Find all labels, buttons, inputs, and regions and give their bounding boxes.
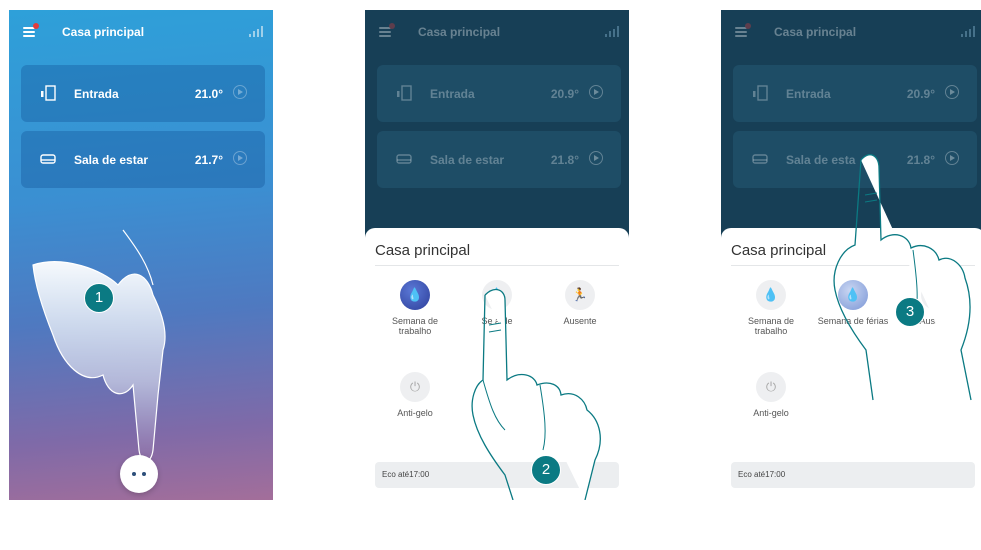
- step-badge: 3: [895, 297, 925, 327]
- play-icon[interactable]: [589, 151, 603, 165]
- signal-icon: [249, 26, 263, 37]
- mode-label: Anti-gelo: [397, 408, 433, 418]
- play-icon[interactable]: [945, 85, 959, 99]
- room-temperature: 21.8°: [550, 153, 579, 167]
- mode-label: Semana de trabalho: [391, 316, 439, 336]
- sheet-title: Casa principal: [731, 242, 827, 259]
- phone-screen-2: Casa principal Entrada 20.9° Sala de est…: [365, 10, 629, 500]
- divider: [375, 265, 619, 266]
- status-bar: Eco até17:00: [731, 462, 975, 488]
- menu-icon[interactable]: [23, 23, 39, 37]
- mode-anti-gelo[interactable]: ⏻ Anti-gelo: [731, 372, 811, 418]
- room-name: Sala de estar: [430, 153, 505, 167]
- app-header: Casa principal: [721, 10, 981, 54]
- step-badge: 1: [84, 283, 114, 313]
- power-icon: ⏻: [400, 372, 430, 402]
- room-card-entrada[interactable]: Entrada 20.9°: [377, 65, 621, 122]
- room-temperature: 21.7°: [194, 153, 223, 167]
- hand-pointer-icon: [32, 229, 166, 462]
- mode-label: Semana de trabalho: [747, 316, 795, 336]
- sheet-title: Casa principal: [375, 242, 471, 259]
- app-header: Casa principal: [365, 10, 629, 54]
- room-name: Entrada: [74, 87, 119, 101]
- room-temperature: 20.9°: [906, 87, 935, 101]
- play-icon[interactable]: [233, 85, 247, 99]
- room-card-entrada[interactable]: Entrada 20.9°: [733, 65, 977, 122]
- sofa-icon: [396, 154, 412, 164]
- power-icon: ⏻: [756, 372, 786, 402]
- hand-pointer-icon: [833, 154, 972, 401]
- signal-icon: [605, 26, 619, 37]
- room-card-sala-de-estar[interactable]: Sala de estar 21.8°: [377, 131, 621, 188]
- room-name: Sala de estar: [74, 153, 149, 167]
- mode-label: Anti-gelo: [753, 408, 789, 418]
- phone-screen-3: Casa principal Entrada 20.9° Sala de est…: [721, 10, 981, 500]
- house-title: Casa principal: [774, 25, 857, 39]
- room-name: Entrada: [430, 87, 475, 101]
- mode-semana-de-trabalho[interactable]: 💧 Semana de trabalho: [375, 280, 455, 336]
- play-icon[interactable]: [233, 151, 247, 165]
- room-card-entrada[interactable]: Entrada 21.0°: [21, 65, 265, 122]
- mode-anti-gelo[interactable]: ⏻ Anti-gelo: [375, 372, 455, 418]
- step-badge: 2: [531, 455, 561, 485]
- status-text: Eco até17:00: [738, 470, 786, 479]
- menu-icon[interactable]: [379, 23, 395, 37]
- sofa-icon: [40, 154, 56, 164]
- app-header: Casa principal: [9, 10, 273, 54]
- room-name: Entrada: [786, 87, 831, 101]
- sofa-icon: [752, 154, 768, 164]
- door-icon: [397, 85, 412, 101]
- room-temperature: 20.9°: [550, 87, 579, 101]
- flame-icon: 💧: [400, 280, 430, 310]
- flame-icon: 💧: [756, 280, 786, 310]
- play-icon[interactable]: [589, 85, 603, 99]
- house-title: Casa principal: [62, 25, 145, 39]
- door-icon: [41, 85, 56, 101]
- menu-icon[interactable]: [735, 23, 751, 37]
- status-text: Eco até17:00: [382, 470, 430, 479]
- phone-screen-1: Casa principal Entrada 21.0° Sala de est…: [9, 10, 273, 500]
- signal-icon: [961, 26, 975, 37]
- room-temperature: 21.0°: [194, 87, 223, 101]
- house-title: Casa principal: [418, 25, 501, 39]
- door-icon: [753, 85, 768, 101]
- mode-semana-de-trabalho[interactable]: 💧 Semana de trabalho: [731, 280, 811, 336]
- room-card-sala-de-estar[interactable]: Sala de estar 21.7°: [21, 131, 265, 188]
